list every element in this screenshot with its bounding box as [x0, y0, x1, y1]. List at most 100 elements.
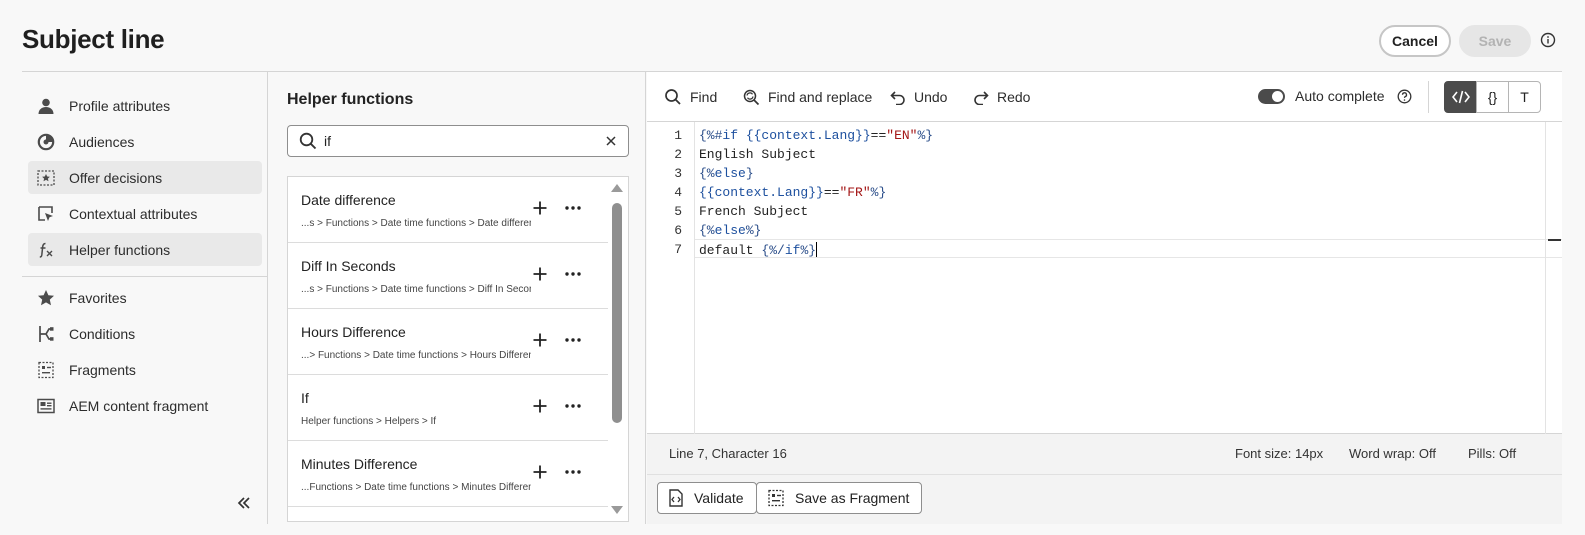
- toolbar-divider: [1428, 81, 1429, 113]
- scroll-down-icon[interactable]: [610, 505, 624, 515]
- font-size-setting[interactable]: Font size: 14px: [1235, 446, 1323, 461]
- function-path: ...s > Functions > Date time functions >…: [301, 218, 531, 229]
- nav-item-profile-attributes[interactable]: Profile attributes: [28, 89, 262, 122]
- save-as-fragment-label: Save as Fragment: [795, 490, 910, 506]
- nav-item-label: Favorites: [69, 289, 127, 306]
- editor-overview-ruler[interactable]: [1545, 122, 1562, 434]
- nav-item-label: Helper functions: [69, 241, 171, 258]
- line-number: 3: [674, 166, 682, 181]
- add-icon[interactable]: [532, 332, 548, 348]
- undo-button[interactable]: Undo: [890, 87, 947, 107]
- list-item[interactable]: If Helper functions > Helpers > If: [288, 375, 608, 441]
- text-view-button[interactable]: T: [1508, 81, 1541, 113]
- scrollbar-thumb[interactable]: [612, 203, 622, 423]
- line-number: 6: [674, 223, 682, 238]
- more-icon[interactable]: [564, 332, 582, 348]
- nav-item-label: Contextual attributes: [69, 205, 198, 222]
- more-icon[interactable]: [564, 200, 582, 216]
- auto-complete-toggle[interactable]: [1258, 89, 1285, 104]
- search-icon: [665, 89, 681, 105]
- text-caret: [816, 242, 818, 257]
- clear-search-icon[interactable]: [604, 134, 618, 148]
- find-label: Find: [690, 89, 718, 105]
- validate-icon: [669, 489, 683, 507]
- word-wrap-setting[interactable]: Word wrap: Off: [1349, 446, 1436, 461]
- nav-item-label: Audiences: [69, 133, 135, 150]
- function-name: Minutes Difference: [301, 456, 418, 472]
- fragments-icon: [768, 489, 784, 507]
- code-view-button[interactable]: [1444, 81, 1477, 113]
- nav-item-helper-functions[interactable]: Helper functions: [28, 233, 262, 266]
- undo-icon: [890, 91, 905, 105]
- nav-item-audiences[interactable]: Audiences: [28, 125, 262, 158]
- nav-item-aem-content-fragment[interactable]: AEM content fragment: [28, 389, 262, 422]
- current-line-highlight: [695, 239, 1562, 258]
- status-bar: Line 7, Character 16 Font size: 14px Wor…: [647, 434, 1562, 474]
- add-icon[interactable]: [532, 200, 548, 216]
- code-line-3: {%else}: [699, 166, 754, 181]
- nav-item-conditions[interactable]: Conditions: [28, 317, 262, 350]
- more-icon[interactable]: [564, 266, 582, 282]
- nav-item-contextual-attributes[interactable]: Contextual attributes: [28, 197, 262, 230]
- nav-item-label: Profile attributes: [69, 97, 171, 114]
- nav-divider: [22, 276, 267, 277]
- nav-item-label: Offer decisions: [69, 169, 163, 186]
- save-button[interactable]: Save: [1459, 25, 1531, 57]
- line-number: 2: [674, 147, 682, 162]
- list-item[interactable]: Diff In Seconds ...s > Functions > Date …: [288, 243, 608, 309]
- function-name: Diff In Seconds: [301, 258, 396, 274]
- user-icon: [36, 96, 56, 116]
- function-path: ...Functions > Date time functions > Min…: [301, 482, 531, 493]
- list-item[interactable]: Minutes Difference ...Functions > Date t…: [288, 441, 608, 507]
- help-icon[interactable]: [1397, 89, 1412, 104]
- list-item[interactable]: Date difference ...s > Functions > Date …: [288, 177, 608, 243]
- code-area[interactable]: 1 2 3 4 5 6 7 {%#if {{context.Lang}}=="E…: [647, 122, 1562, 434]
- editor-toolbar: Find Find and replace Undo Redo Auto com…: [647, 72, 1562, 122]
- line-number: 4: [674, 185, 682, 200]
- offer-decisions-icon: [36, 168, 56, 188]
- redo-button[interactable]: Redo: [973, 87, 1030, 107]
- list-item[interactable]: Hours Difference ...> Functions > Date t…: [288, 309, 608, 375]
- nav-item-label: Conditions: [69, 325, 136, 342]
- left-nav: Profile attributes Audiences Offer decis…: [22, 72, 268, 524]
- function-name: Date difference: [301, 192, 396, 208]
- audiences-icon: [36, 132, 56, 152]
- nav-item-label: Fragments: [69, 361, 136, 378]
- cancel-button[interactable]: Cancel: [1379, 25, 1451, 57]
- contextual-attributes-icon: [36, 204, 56, 224]
- add-icon[interactable]: [532, 266, 548, 282]
- line-number: 5: [674, 204, 682, 219]
- more-icon[interactable]: [564, 398, 582, 414]
- add-icon[interactable]: [532, 398, 548, 414]
- function-path: Helper functions > Helpers > If: [301, 416, 437, 427]
- nav-item-fragments[interactable]: Fragments: [28, 353, 262, 386]
- info-icon[interactable]: [1540, 32, 1556, 48]
- helper-functions-panel: Helper functions Date difference ...s > …: [268, 72, 646, 524]
- redo-icon: [974, 91, 989, 105]
- code-line-1: {%#if {{context.Lang}}=="EN"%}: [699, 128, 934, 143]
- find-button[interactable]: Find: [664, 87, 717, 107]
- save-as-fragment-button[interactable]: Save as Fragment: [756, 482, 923, 514]
- page-title: Subject line: [22, 24, 165, 54]
- code-line-6: {%else%}: [699, 223, 762, 238]
- function-list: Date difference ...s > Functions > Date …: [287, 176, 629, 522]
- find-replace-button[interactable]: Find and replace: [742, 87, 872, 107]
- line-number: 1: [674, 128, 682, 143]
- validate-button[interactable]: Validate: [657, 482, 757, 514]
- braces-view-button[interactable]: {}: [1476, 81, 1509, 113]
- find-replace-icon: [743, 89, 760, 106]
- scroll-up-icon[interactable]: [610, 183, 624, 193]
- function-path: ...s > Functions > Date time functions >…: [301, 284, 531, 295]
- add-icon[interactable]: [532, 464, 548, 480]
- more-icon[interactable]: [564, 464, 582, 480]
- function-name: If: [301, 390, 309, 406]
- code-icon: [1451, 90, 1470, 104]
- conditions-icon: [36, 324, 56, 344]
- nav-item-favorites[interactable]: Favorites: [28, 281, 262, 314]
- collapse-panel-icon[interactable]: [236, 495, 252, 511]
- search-input[interactable]: [324, 133, 604, 149]
- code-line-2: English Subject: [699, 147, 817, 162]
- function-path: ...> Functions > Date time functions > H…: [301, 350, 531, 361]
- nav-item-offer-decisions[interactable]: Offer decisions: [28, 161, 262, 194]
- pills-setting[interactable]: Pills: Off: [1468, 446, 1516, 461]
